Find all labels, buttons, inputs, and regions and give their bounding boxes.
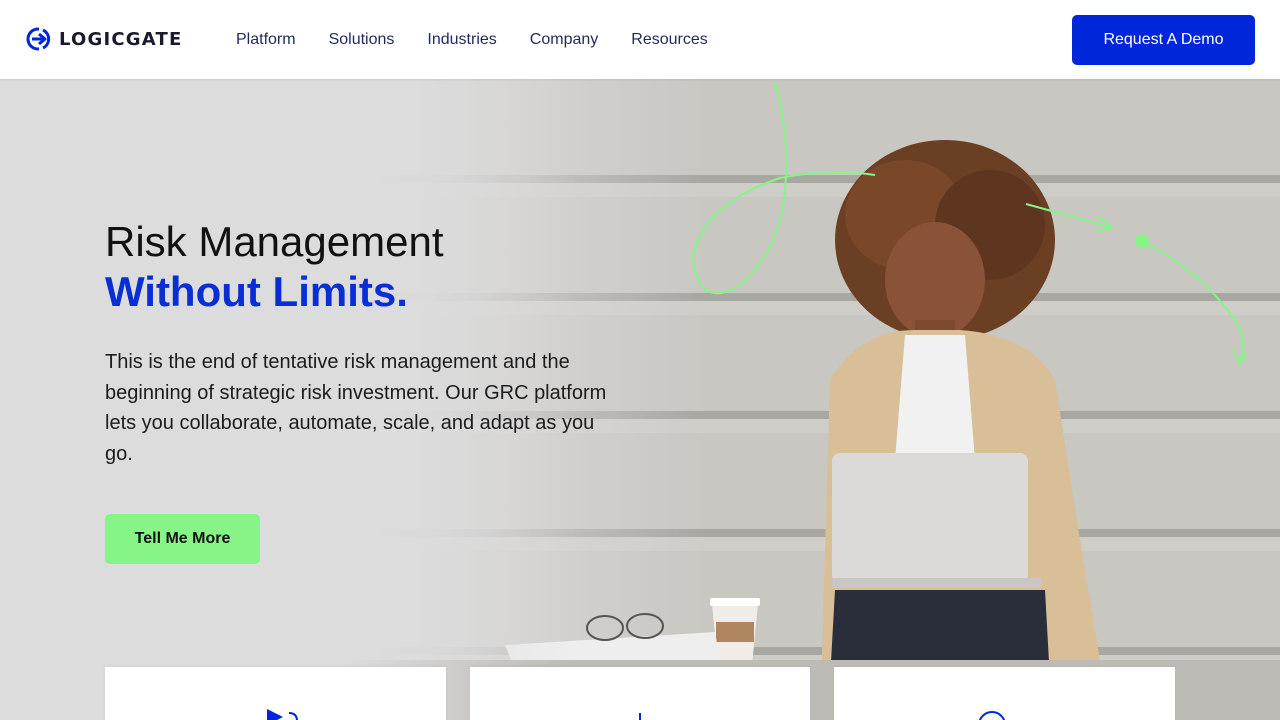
hero-description: This is the end of tentative risk manage… [105,351,607,465]
feature-card[interactable] [470,667,810,720]
nav-platform[interactable]: Platform [236,30,296,50]
feature-card[interactable] [834,667,1175,720]
nav-industries[interactable]: Industries [427,30,496,50]
brand-name: LOGICGATE [59,28,183,50]
logicgate-logo-icon [26,26,51,52]
nav-resources[interactable]: Resources [631,30,707,50]
request-demo-button[interactable]: Request A Demo [1072,15,1255,65]
nav-solutions[interactable]: Solutions [329,30,395,50]
main-nav: Platform Solutions Industries Company Re… [236,30,741,50]
hero-title-accent: Without Limits. [105,268,408,315]
play-icon [267,709,298,720]
circle-icon [978,711,1006,720]
nav-company[interactable]: Company [530,30,598,50]
feature-card[interactable] [105,667,446,720]
logo[interactable]: LOGICGATE [25,26,183,52]
plus-icon [639,713,641,720]
site-header: LOGICGATE Platform Solutions Industries … [0,0,1280,79]
tell-me-more-button[interactable]: Tell Me More [105,514,260,564]
hero-title: Risk Management [105,218,444,265]
